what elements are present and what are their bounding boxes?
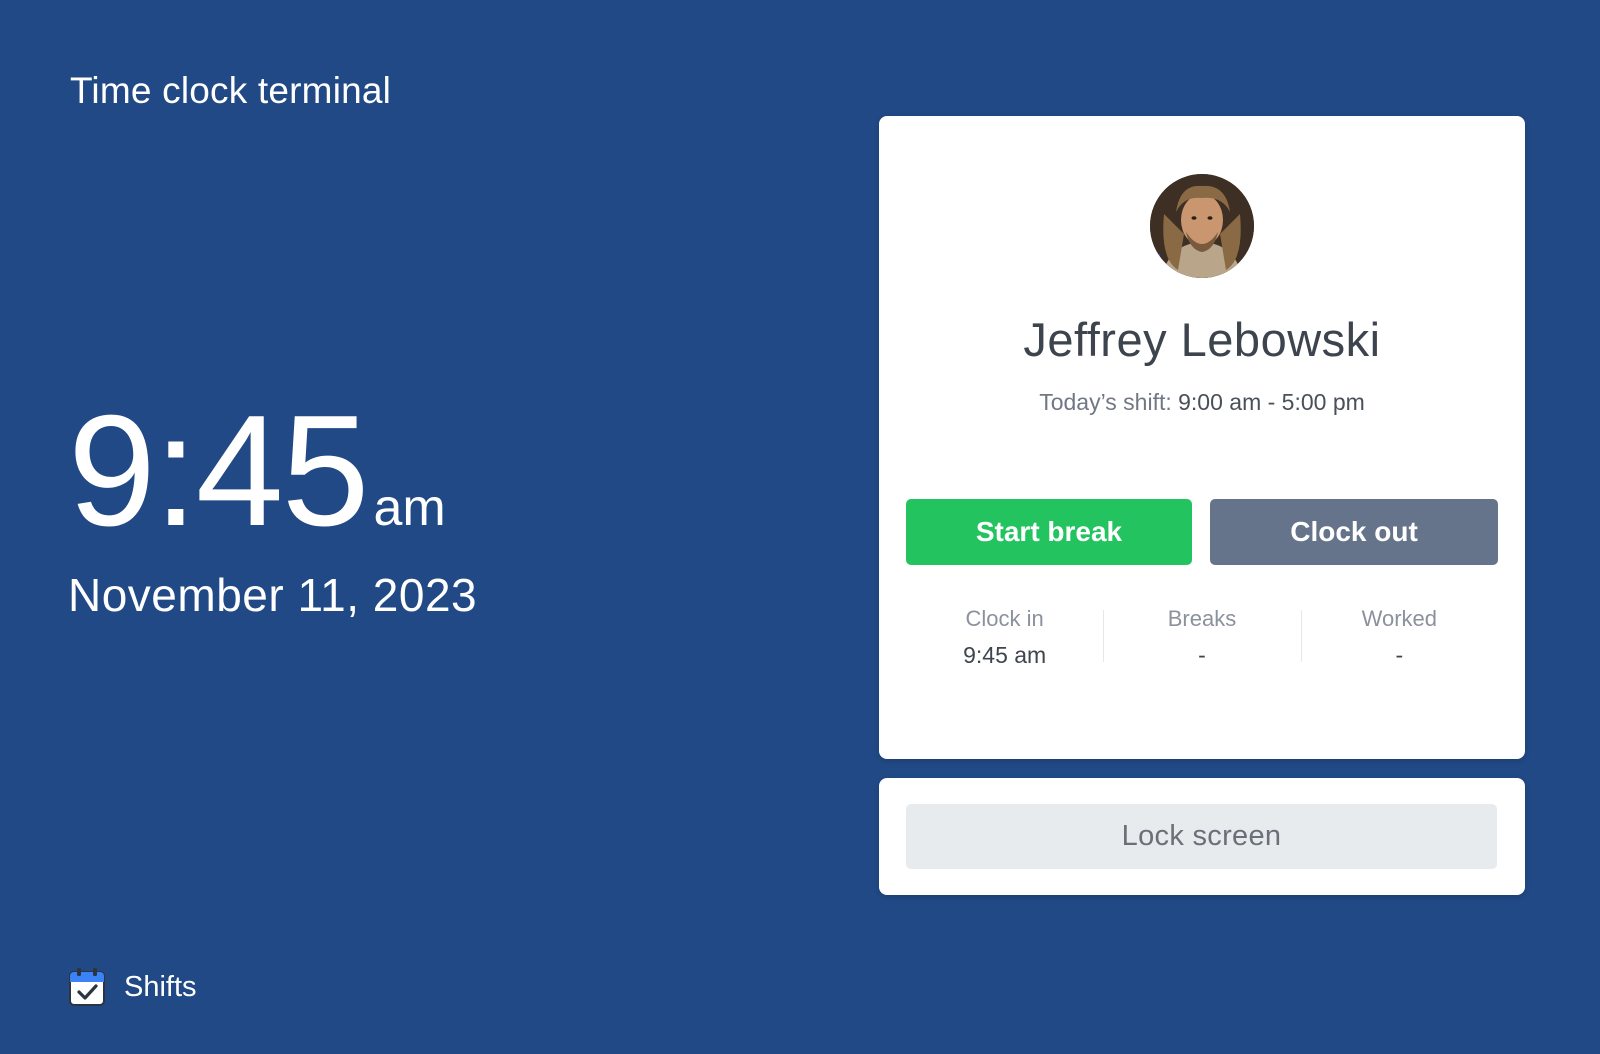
todays-shift-label: Today’s shift: — [1039, 389, 1172, 415]
employee-name: Jeffrey Lebowski — [1023, 313, 1381, 366]
stat-worked: Worked - — [1300, 606, 1498, 669]
employee-card: Jeffrey Lebowski Today’s shift: 9:00 am … — [879, 116, 1525, 759]
current-time-value: 9:45 — [68, 383, 370, 559]
clock-out-button[interactable]: Clock out — [1210, 499, 1498, 565]
stat-breaks: Breaks - — [1103, 606, 1300, 669]
stat-value: - — [1198, 642, 1206, 668]
lock-screen-card: Lock screen — [879, 778, 1525, 895]
shift-stats: Clock in 9:45 am Breaks - Worked - — [906, 606, 1498, 669]
stat-value: - — [1395, 642, 1404, 668]
avatar — [1150, 174, 1254, 278]
start-break-button[interactable]: Start break — [906, 499, 1192, 565]
shifts-label: Shifts — [124, 970, 197, 1003]
current-time: 9:45 am — [68, 392, 477, 550]
current-time-meridiem: am — [373, 479, 446, 537]
lock-screen-button[interactable]: Lock screen — [906, 804, 1497, 869]
shifts-link[interactable]: Shifts — [68, 967, 197, 1007]
stat-label: Clock in — [965, 606, 1044, 631]
stat-value: 9:45 am — [963, 642, 1047, 668]
current-date: November 11, 2023 — [68, 569, 478, 621]
stat-clock-in: Clock in 9:45 am — [906, 606, 1103, 669]
calendar-check-icon — [68, 967, 106, 1007]
todays-shift: Today’s shift: 9:00 am - 5:00 pm — [879, 389, 1525, 416]
todays-shift-hours: 9:00 am - 5:00 pm — [1178, 389, 1365, 415]
terminal-title: Time clock terminal — [70, 70, 392, 111]
clock-display: 9:45 am November 11, 2023 — [68, 392, 477, 622]
stat-label: Worked — [1361, 606, 1438, 631]
stat-label: Breaks — [1167, 606, 1237, 631]
